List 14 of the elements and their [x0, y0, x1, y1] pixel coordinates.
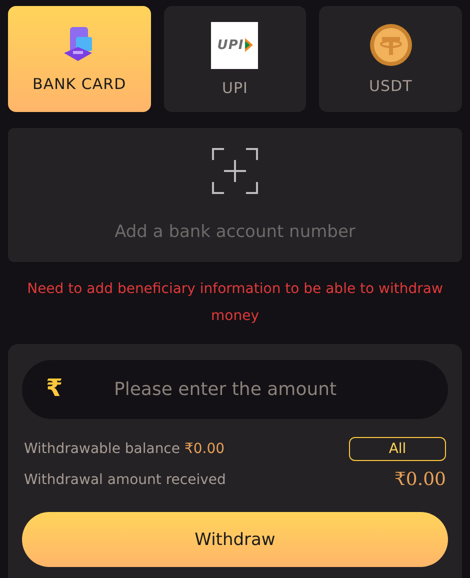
add-account-label: Add a bank account number [114, 222, 356, 242]
balance-label: Withdrawable balance ₹0.00 [24, 441, 225, 457]
payment-method-tab[interactable]: USDT [319, 6, 462, 112]
received-label: Withdrawal amount received [24, 472, 226, 488]
withdraw-button[interactable]: Withdraw [22, 512, 448, 567]
upi-logo: UPI [211, 22, 258, 68]
received-amount: ₹0.00 [394, 469, 446, 490]
warning-message: Need to add beneficiary information to be able to withdraw money [26, 280, 444, 326]
all-button[interactable]: All [349, 437, 446, 461]
payment-method-tab[interactable]: UPI UPI [164, 6, 306, 112]
coin-icon [368, 23, 413, 67]
add-icon [212, 148, 258, 194]
rupee-symbol: ₹ [46, 374, 63, 402]
payment-method-tab[interactable]: BANK CARD [8, 6, 151, 112]
